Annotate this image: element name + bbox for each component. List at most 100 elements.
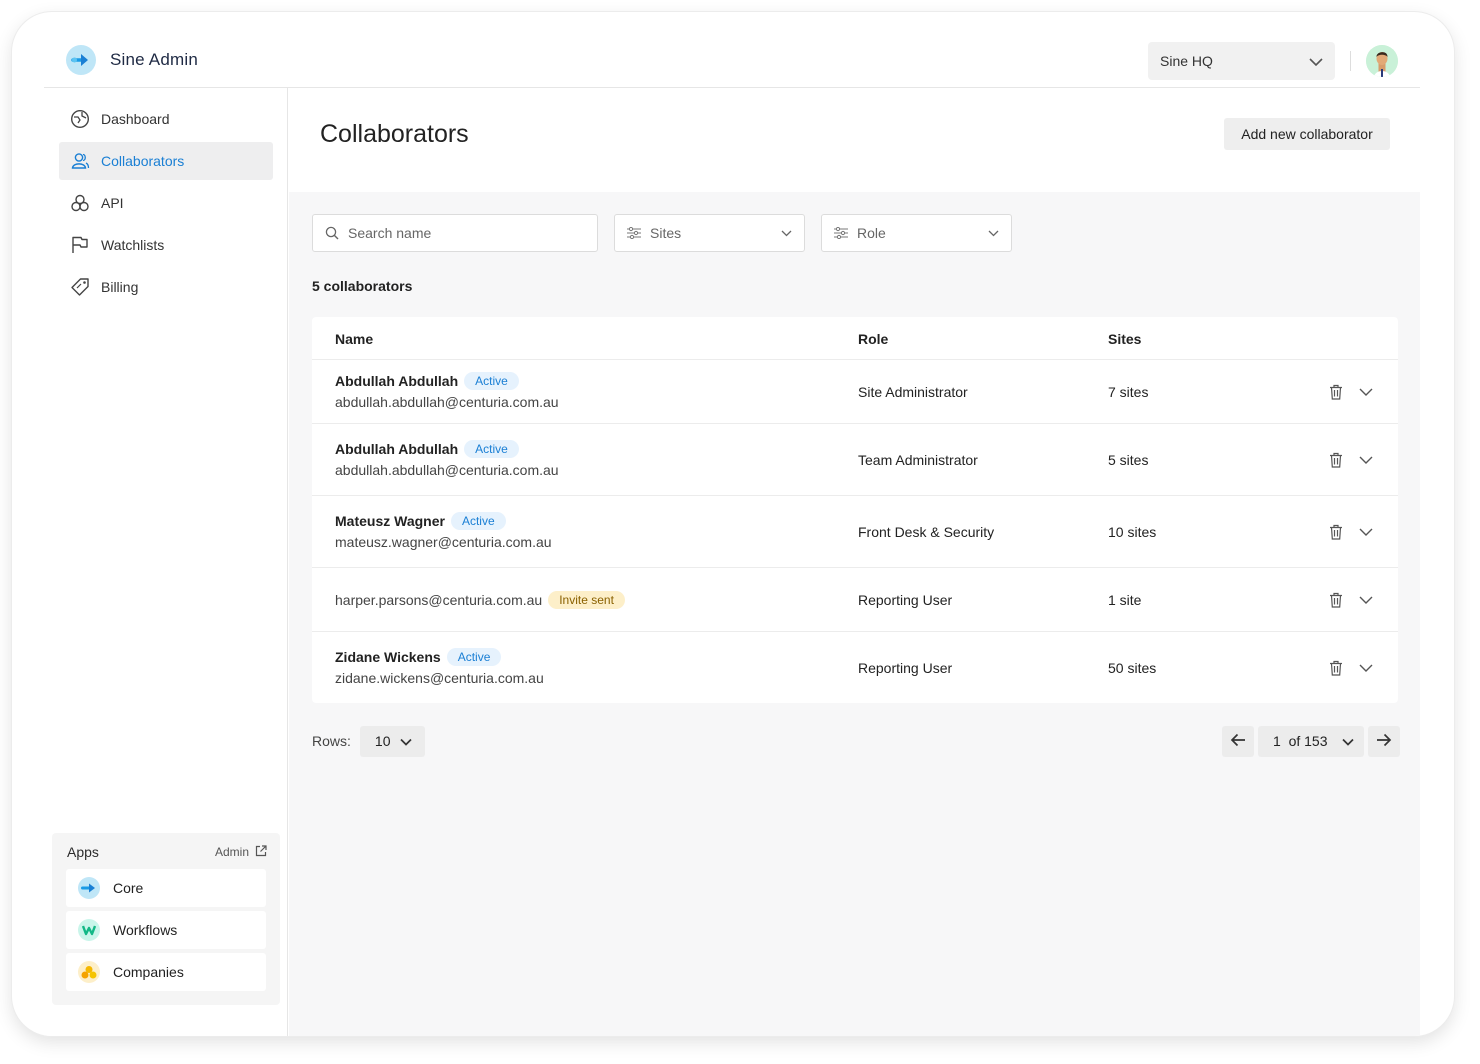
sidebar: Dashboard Collaborators API Watchlists B… xyxy=(44,88,288,1036)
app-root: Sine Admin Sine HQ Dashboard Collaborato… xyxy=(44,32,1420,1036)
page-select[interactable]: 1 of 153 xyxy=(1258,725,1364,757)
status-badge: Invite sent xyxy=(548,591,625,609)
sidebar-item-billing[interactable]: Billing xyxy=(59,268,273,306)
pagination: 1 of 153 xyxy=(1222,725,1400,757)
sidebar-item-label: Watchlists xyxy=(101,237,165,253)
sidebar-nav: Dashboard Collaborators API Watchlists B… xyxy=(59,100,273,310)
app-card-companies[interactable]: Companies xyxy=(66,953,266,991)
search-icon xyxy=(325,226,339,240)
column-header-name[interactable]: Name xyxy=(335,331,373,347)
sites-cell: 50 sites xyxy=(1108,660,1157,676)
w-logo-icon xyxy=(78,919,100,941)
trash-icon[interactable] xyxy=(1326,450,1346,470)
divider xyxy=(1350,51,1351,71)
app-card-core[interactable]: Core xyxy=(66,869,266,907)
search-placeholder: Search name xyxy=(348,225,432,241)
chevron-down-icon[interactable] xyxy=(1356,658,1376,678)
collaborator-count: 5 collaborators xyxy=(312,278,413,294)
sites-cell: 7 sites xyxy=(1108,384,1149,400)
api-icon xyxy=(69,192,91,214)
admin-link-label: Admin xyxy=(214,845,249,859)
organisation-select[interactable]: Sine HQ xyxy=(1148,42,1335,80)
chevron-down-icon xyxy=(781,230,792,237)
collaborators-table: Name Role Sites Abdullah Abdullah Active… xyxy=(312,317,1398,703)
dashboard-icon xyxy=(69,108,91,130)
role-cell: Site Administrator xyxy=(858,384,968,400)
collaborator-email: harper.parsons@centuria.com.au xyxy=(335,592,543,608)
top-bar: Sine Admin Sine HQ xyxy=(44,32,1420,88)
column-header-role[interactable]: Role xyxy=(858,331,888,347)
row-actions xyxy=(1326,450,1376,470)
previous-page-button[interactable] xyxy=(1222,725,1254,757)
app-name: Sine Admin xyxy=(110,50,198,69)
search-input[interactable]: Search name xyxy=(312,214,598,252)
trash-icon[interactable] xyxy=(1326,658,1346,678)
table-row[interactable]: Mateusz Wagner Active mateusz.wagner@cen… xyxy=(312,496,1398,568)
admin-link[interactable]: Admin xyxy=(214,844,267,860)
brand[interactable]: Sine Admin xyxy=(66,44,198,76)
sites-cell: 10 sites xyxy=(1108,524,1157,540)
rows-per-page: Rows: 10 xyxy=(312,725,425,757)
chevron-down-icon[interactable] xyxy=(1356,450,1376,470)
page-title: Collaborators xyxy=(320,120,469,148)
sidebar-item-label: Billing xyxy=(101,279,139,295)
sidebar-item-api[interactable]: API xyxy=(59,184,273,222)
row-actions xyxy=(1326,382,1376,402)
collaborator-email: abdullah.abdullah@centuria.com.au xyxy=(335,462,559,478)
role-cell: Reporting User xyxy=(858,592,953,608)
row-actions xyxy=(1326,658,1376,678)
external-link-icon xyxy=(255,844,267,860)
collaborator-cell: Abdullah Abdullah Active abdullah.abdull… xyxy=(335,439,559,478)
collaborator-email: abdullah.abdullah@centuria.com.au xyxy=(335,394,559,410)
page-select-value: 1 of 153 xyxy=(1273,733,1328,749)
organisation-select-value: Sine HQ xyxy=(1160,53,1213,69)
user-avatar[interactable] xyxy=(1366,45,1398,77)
app-card-label: Workflows xyxy=(113,922,178,938)
companies-logo-icon xyxy=(78,961,100,983)
sites-filter-label: Sites xyxy=(650,225,682,241)
rows-label: Rows: xyxy=(312,733,351,749)
collaborator-cell: Mateusz Wagner Active mateusz.wagner@cen… xyxy=(335,511,552,550)
filter-sliders-icon xyxy=(627,227,641,239)
table-row[interactable]: harper.parsons@centuria.com.au Invite se… xyxy=(312,568,1398,632)
app-card-label: Core xyxy=(113,880,144,896)
arrow-left-icon xyxy=(1230,733,1246,750)
arrow-right-icon xyxy=(1376,733,1392,750)
column-header-sites[interactable]: Sites xyxy=(1108,331,1141,347)
status-badge: Active xyxy=(450,512,506,530)
collaborator-cell: harper.parsons@centuria.com.au Invite se… xyxy=(335,590,625,610)
table-row[interactable]: Abdullah Abdullah Active abdullah.abdull… xyxy=(312,360,1398,424)
trash-icon[interactable] xyxy=(1326,382,1346,402)
sites-filter-select[interactable]: Sites xyxy=(614,214,805,252)
users-icon xyxy=(69,150,91,172)
trash-icon[interactable] xyxy=(1326,590,1346,610)
sidebar-item-dashboard[interactable]: Dashboard xyxy=(59,100,273,138)
chevron-down-icon xyxy=(400,733,413,749)
trash-icon[interactable] xyxy=(1326,522,1346,542)
status-badge: Active xyxy=(464,372,519,390)
chevron-down-icon[interactable] xyxy=(1356,382,1376,402)
sites-cell: 5 sites xyxy=(1108,452,1149,468)
next-page-button[interactable] xyxy=(1368,725,1400,757)
table-row[interactable]: Zidane Wickens Active zidane.wickens@cen… xyxy=(312,632,1398,702)
sidebar-item-collaborators[interactable]: Collaborators xyxy=(59,142,273,180)
table-row[interactable]: Abdullah Abdullah Active abdullah.abdull… xyxy=(312,424,1398,496)
sidebar-item-label: Collaborators xyxy=(101,153,185,169)
collaborator-name: Abdullah Abdullah xyxy=(335,441,459,457)
collaborator-email: zidane.wickens@centuria.com.au xyxy=(335,670,544,686)
app-card-label: Companies xyxy=(113,964,184,980)
role-cell: Team Administrator xyxy=(858,452,978,468)
app-card-workflows[interactable]: Workflows xyxy=(66,911,266,949)
chevron-down-icon[interactable] xyxy=(1356,522,1376,542)
sidebar-item-label: Dashboard xyxy=(101,111,170,127)
content-area: Search name Sites Role 5 collaborators N… xyxy=(289,192,1420,1036)
add-collaborator-button[interactable]: Add new collaborator xyxy=(1224,118,1390,150)
status-badge: Active xyxy=(446,648,502,666)
arrow-logo-icon xyxy=(78,877,100,899)
rows-per-page-select[interactable]: 10 xyxy=(359,725,425,757)
role-cell: Front Desk & Security xyxy=(858,524,995,540)
chevron-down-icon[interactable] xyxy=(1356,590,1376,610)
flag-icon xyxy=(69,234,91,256)
sidebar-item-watchlists[interactable]: Watchlists xyxy=(59,226,273,264)
role-filter-select[interactable]: Role xyxy=(821,214,1012,252)
